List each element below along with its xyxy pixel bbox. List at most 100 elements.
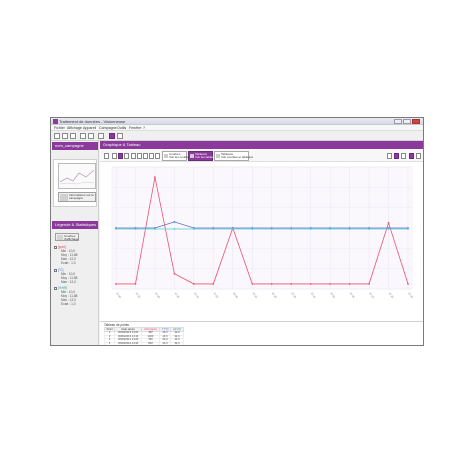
export-icon[interactable] xyxy=(70,133,76,139)
list-view-icon[interactable] xyxy=(387,153,392,159)
campaign-info-button[interactable]: Informations sur la campagne xyxy=(58,192,96,202)
legend-group-hr: [%HR] Min : 10,0 Moy : 11,88 Max : 12,0 … xyxy=(54,286,77,306)
data-point[interactable] xyxy=(387,228,390,230)
data-point[interactable] xyxy=(387,222,390,224)
x-tick-label: 14:50 xyxy=(213,291,220,299)
series-toggle-hr[interactable] xyxy=(54,286,57,290)
data-point[interactable] xyxy=(290,228,293,230)
data-point[interactable] xyxy=(192,283,195,285)
series-toggle-temp[interactable] xyxy=(54,268,57,272)
data-point[interactable] xyxy=(134,228,137,230)
legend-group-ppm: [ppm] Min : 10,0 Moy : 11,88 Max : 12,0 … xyxy=(54,245,77,265)
data-point[interactable] xyxy=(154,176,156,179)
data-point[interactable] xyxy=(173,272,176,275)
x-tick-label: 15:50 xyxy=(329,291,336,299)
x-tick-label: 15:40 xyxy=(310,291,317,299)
chart-toolbar: Courbes Voir les courbes Tableaux Voir l… xyxy=(100,150,423,162)
title-bar: Traitement de données - Visionneuse xyxy=(51,118,423,125)
x-tick-label: 14:00 xyxy=(115,291,122,299)
data-point[interactable] xyxy=(309,283,312,285)
data-point[interactable] xyxy=(115,283,117,285)
print-icon[interactable] xyxy=(80,133,86,139)
campaign-box: Informations sur la campagne xyxy=(53,159,97,207)
data-point[interactable] xyxy=(407,283,409,285)
x-tick-label: 16:30 xyxy=(407,291,414,299)
data-point[interactable] xyxy=(212,228,215,230)
zoom-in-icon[interactable] xyxy=(131,153,136,159)
line-chart: 14:00 14:10 14:20 14:30 14:40 14:50 15:00 15:10… xyxy=(111,166,415,299)
select-icon[interactable] xyxy=(118,153,123,159)
data-point[interactable] xyxy=(348,228,351,230)
main-panel: Graphique & Tableau Courbes Voir les cou… xyxy=(100,141,423,345)
data-point[interactable] xyxy=(192,228,195,230)
data-point[interactable] xyxy=(348,283,351,285)
color-icon[interactable] xyxy=(394,153,399,159)
zoom-y-icon[interactable] xyxy=(155,153,160,159)
pan-icon[interactable] xyxy=(124,153,129,159)
data-point[interactable] xyxy=(368,283,370,285)
x-axis-ticks: 14:00 14:10 14:20 14:30 14:40 14:50 15:00 15:10… xyxy=(115,291,414,299)
thumbnail-chart-icon xyxy=(59,169,95,185)
data-point[interactable] xyxy=(231,228,234,230)
chart-icon[interactable] xyxy=(109,133,115,139)
mode-tables-sub: Voir les tableaux xyxy=(195,155,218,160)
pointer-icon[interactable] xyxy=(112,153,117,159)
series-toggle-ppm[interactable] xyxy=(54,245,57,249)
data-point[interactable] xyxy=(407,228,409,230)
table-view-icon[interactable] xyxy=(416,153,421,159)
mode-both-sub: Voir courbes et tableaux xyxy=(221,155,254,160)
campaign-thumbnail xyxy=(58,163,96,189)
mode-both-button[interactable]: Tableaux Voir courbes et tableaux xyxy=(214,151,254,161)
settings-icon[interactable] xyxy=(117,133,123,139)
table-body: 1 30/09/2013 14:00 352 23,0 32,0 2 30/09/2013 … xyxy=(103,331,184,345)
data-point[interactable] xyxy=(329,283,332,285)
left-panel: nom_campagne Informations sur la campagn… xyxy=(51,141,99,345)
stat-row: Max : 12,0 xyxy=(61,280,76,284)
data-point[interactable] xyxy=(290,283,293,285)
data-point[interactable] xyxy=(212,283,215,285)
save-icon[interactable] xyxy=(62,133,68,139)
legend-label-temp: [°C] xyxy=(58,268,64,272)
x-tick-label: 14:30 xyxy=(174,291,181,299)
grid-icon[interactable] xyxy=(401,153,406,159)
display-curves-button[interactable]: Courbes d'affichage xyxy=(55,233,79,241)
points-table: Point Date Heure CO2 [ppm] T [°C] HR [%] 1 30… xyxy=(103,327,184,345)
stat-row: Ecart : 1,0 xyxy=(61,302,76,306)
x-tick-label: 15:00 xyxy=(232,291,239,299)
close-icon[interactable] xyxy=(412,119,420,124)
maximize-icon[interactable] xyxy=(403,119,411,124)
chart-table-header: Graphique & Tableau xyxy=(100,141,423,149)
points-table-area: Tableau de points Point Date Heure CO2 [pp… xyxy=(100,321,423,345)
mode-tables-button[interactable]: Tableaux Voir les tableaux xyxy=(188,151,218,161)
mode-curves-button[interactable]: Courbes Voir les courbes xyxy=(162,151,190,161)
data-point[interactable] xyxy=(251,228,254,230)
data-point[interactable] xyxy=(329,228,332,230)
open-icon[interactable] xyxy=(54,133,60,139)
data-point[interactable] xyxy=(251,283,254,285)
import-icon[interactable] xyxy=(98,133,104,139)
data-point[interactable] xyxy=(154,228,156,230)
zoom-fit-icon[interactable] xyxy=(143,153,148,159)
data-point[interactable] xyxy=(173,221,176,223)
data-point[interactable] xyxy=(134,283,137,285)
campaign-header: nom_campagne xyxy=(52,142,98,150)
data-point[interactable] xyxy=(115,228,117,230)
table-row[interactable]: 4 30/09/2013 14:30 800 23,0 32,0 xyxy=(103,341,184,345)
app-window: Traitement de données - Visionneuse Fich… xyxy=(50,117,424,346)
campaign-info-label: Informations sur la campagne xyxy=(69,193,94,201)
device-icon[interactable] xyxy=(88,133,94,139)
main-toolbar xyxy=(51,131,423,141)
refresh-icon[interactable] xyxy=(104,153,109,159)
data-point[interactable] xyxy=(309,228,312,230)
data-point[interactable] xyxy=(270,228,273,230)
window-title: Traitement de données - Visionneuse xyxy=(59,119,126,124)
layout-icon[interactable] xyxy=(409,153,414,159)
data-point[interactable] xyxy=(270,283,273,285)
zoom-x-icon[interactable] xyxy=(149,153,154,159)
data-point[interactable] xyxy=(368,228,370,230)
zoom-out-icon[interactable] xyxy=(137,153,142,159)
stat-row: Ecart : 1,0 xyxy=(61,261,76,265)
x-tick-label: 16:10 xyxy=(368,291,375,299)
data-point[interactable] xyxy=(173,228,176,230)
minimize-icon[interactable] xyxy=(394,119,402,124)
